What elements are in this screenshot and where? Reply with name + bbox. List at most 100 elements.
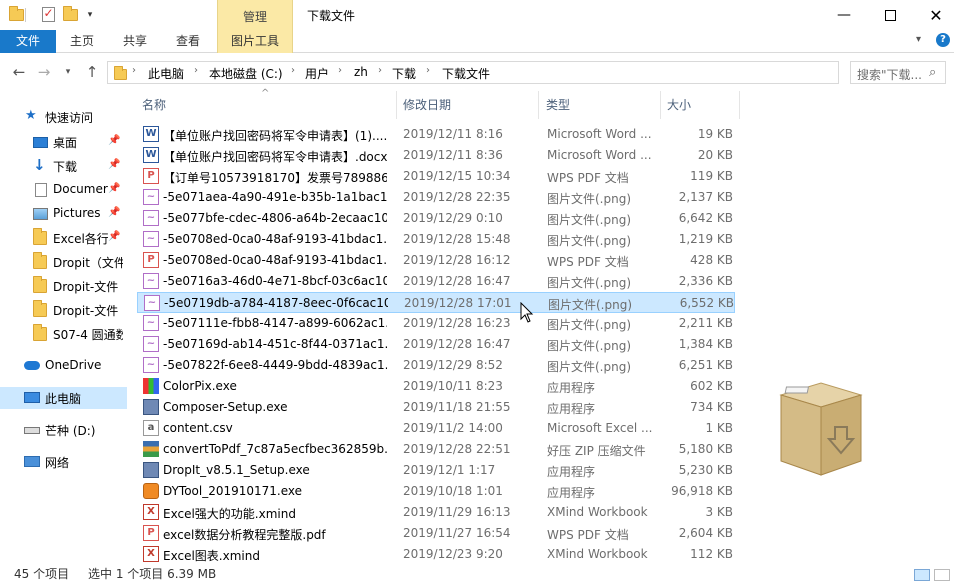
- breadcrumb-users[interactable]: 用户: [305, 65, 329, 82]
- chevron-down-icon[interactable]: ▾: [916, 34, 921, 45]
- breadcrumb-separator-icon[interactable]: ›: [194, 65, 198, 76]
- file-row[interactable]: ~ -5e07169d-ab14-451c-8f44-0371ac1... 2019…: [137, 334, 735, 355]
- file-row[interactable]: W 【单位账户找回密码将军令申请表】(1).... 2019/12/11 8:16 M…: [137, 124, 735, 145]
- breadcrumb-local-disk[interactable]: 本地磁盘 (C:): [209, 65, 283, 82]
- nav-label: 网络: [45, 456, 70, 470]
- up-arrow-icon[interactable]: ↑: [83, 63, 101, 81]
- file-row[interactable]: W 【单位账户找回密码将军令申请表】.docx 2019/12/11 8:36 Mic…: [137, 145, 735, 166]
- breadcrumb-separator-icon[interactable]: ›: [378, 65, 382, 76]
- tab-share[interactable]: 共享: [108, 30, 162, 53]
- search-icon[interactable]: ⌕: [929, 65, 936, 80]
- back-arrow-icon[interactable]: ←: [10, 63, 28, 81]
- installer-icon: [143, 462, 159, 478]
- breadcrumb-zh[interactable]: zh: [354, 65, 368, 79]
- column-header-type[interactable]: 类型: [546, 91, 570, 119]
- file-size: 96,918 KB: [671, 484, 733, 498]
- nav-drive-d[interactable]: 芒种 (D:): [0, 419, 127, 441]
- file-row[interactable]: P -5e0708ed-0ca0-48af-9193-41bdac1... 2019…: [137, 250, 735, 271]
- details-view-icon[interactable]: [914, 569, 930, 581]
- nav-folder-excel[interactable]: Excel各行 📌: [0, 227, 127, 249]
- customize-quick-access-icon[interactable]: ▾: [83, 6, 97, 23]
- column-divider[interactable]: [396, 91, 397, 119]
- pin-icon[interactable]: 📌: [108, 135, 120, 146]
- column-header-size[interactable]: 大小: [667, 91, 691, 119]
- file-row[interactable]: P 【订单号10573918170】发票号789886... 2019/12/15 …: [137, 166, 735, 187]
- nav-documents[interactable]: Documer 📌: [0, 179, 127, 201]
- breadcrumb-separator-icon[interactable]: ›: [426, 65, 430, 76]
- file-row[interactable]: a content.csv 2019/11/2 14:00 Microsoft Exc…: [137, 418, 735, 439]
- file-row[interactable]: ~ -5e07111e-fbb8-4147-a899-6062ac1... 2019…: [137, 313, 735, 334]
- address-bar[interactable]: › 此电脑 › 本地磁盘 (C:) › 用户 › zh › 下载 › 下载文件 …: [107, 61, 935, 84]
- file-row[interactable]: Pexcel数据分析教程完整版.pdf 2019/11/27 16:54 WPS P…: [137, 523, 735, 544]
- nav-downloads[interactable]: ↓ 下载 📌: [0, 155, 127, 177]
- search-input[interactable]: 搜索"下载... ⌕: [850, 61, 946, 84]
- pin-icon[interactable]: 📌: [108, 231, 120, 242]
- file-row[interactable]: ColorPix.exe 2019/10/11 8:23 应用程序 602 KB: [137, 376, 735, 397]
- context-tab-label: 管理: [242, 10, 267, 24]
- breadcrumb-separator-icon[interactable]: ›: [291, 65, 295, 76]
- nav-desktop[interactable]: 桌面 📌: [0, 131, 127, 153]
- file-date: 2019/12/15 10:34: [403, 169, 511, 183]
- breadcrumb-separator-icon[interactable]: ›: [338, 65, 342, 76]
- file-row[interactable]: ~ -5e07822f-6ee8-4449-9bdd-4839ac1... 2019…: [137, 355, 735, 376]
- nav-pictures[interactable]: Pictures 📌: [0, 203, 127, 225]
- nav-folder-dropit-1[interactable]: Dropit（文件: [0, 251, 127, 273]
- file-date: 2019/11/29 16:13: [403, 505, 511, 519]
- column-divider[interactable]: [538, 91, 539, 119]
- nav-folder-s07[interactable]: S07-4 圆通数: [0, 323, 127, 345]
- properties-icon[interactable]: [40, 6, 56, 23]
- file-explorer-window: ▾ 管理 下载文件 — ✕ 文件 主页 共享 查看 图片工具 ▾ ? ← → ▾…: [0, 0, 954, 581]
- file-row[interactable]: DYTool_201910171.exe 2019/10/18 1:01 应用程序 9…: [137, 481, 735, 502]
- recent-locations-icon[interactable]: ▾: [62, 63, 74, 81]
- nav-folder-dropit-2[interactable]: Dropit-文件: [0, 275, 127, 297]
- context-tab-manage[interactable]: 管理: [217, 0, 293, 30]
- nav-network[interactable]: 网络: [0, 451, 127, 473]
- breadcrumb-this-pc[interactable]: 此电脑: [148, 65, 184, 82]
- pin-icon[interactable]: 📌: [108, 159, 120, 170]
- folder-icon[interactable]: [8, 5, 24, 23]
- close-button[interactable]: ✕: [913, 0, 954, 30]
- nav-quick-access[interactable]: ★ 快速访问: [0, 106, 127, 128]
- file-row[interactable]: ~ -5e071aea-4a90-491e-b35b-1a1bac1... 2019…: [137, 187, 735, 208]
- breadcrumb-downloads[interactable]: 下载: [392, 65, 416, 82]
- minimize-button[interactable]: —: [821, 0, 867, 30]
- breadcrumb-download-files[interactable]: 下载文件: [442, 65, 490, 82]
- tab-view[interactable]: 查看: [162, 30, 214, 53]
- column-divider[interactable]: [660, 91, 661, 119]
- column-header-date[interactable]: 修改日期: [403, 91, 451, 119]
- file-row[interactable]: X Excel强大的功能.xmind 2019/11/29 16:13 XMind W…: [137, 502, 735, 523]
- nav-this-pc[interactable]: 此电脑: [0, 387, 127, 409]
- file-row[interactable]: DropIt_v8.5.1_Setup.exe 2019/12/1 1:17 应用程…: [137, 460, 735, 481]
- help-icon[interactable]: ?: [936, 33, 950, 47]
- breadcrumb-separator-icon[interactable]: ›: [132, 65, 136, 76]
- column-divider[interactable]: [739, 91, 740, 119]
- new-folder-icon[interactable]: [62, 5, 78, 23]
- pin-icon[interactable]: 📌: [108, 183, 120, 194]
- file-row[interactable]: ~ -5e0716a3-46d0-4e71-8bcf-03c6ac10... 201…: [137, 271, 735, 292]
- file-size: 2,137 KB: [678, 190, 733, 204]
- file-row[interactable]: ~ -5e0708ed-0ca0-48af-9193-41bdac1... 2019…: [137, 229, 735, 250]
- file-name: DropIt_v8.5.1_Setup.exe: [163, 463, 310, 477]
- file-row[interactable]: ~ -5e077bfe-cdec-4806-a64b-2ecaac10... 201…: [137, 208, 735, 229]
- tab-file[interactable]: 文件: [0, 30, 56, 53]
- file-row[interactable]: ~ -5e0719db-a784-4187-8eec-0f6cac10... 201…: [137, 292, 735, 313]
- column-header-name[interactable]: 名称: [142, 91, 166, 119]
- tab-picture-tools[interactable]: 图片工具: [217, 30, 293, 53]
- file-size: 19 KB: [697, 127, 733, 141]
- file-row[interactable]: Composer-Setup.exe 2019/11/18 21:55 应用程序 73…: [137, 397, 735, 418]
- file-row[interactable]: convertToPdf_7c87a5ecfbec362859b... 2019/…: [137, 439, 735, 460]
- nav-onedrive[interactable]: OneDrive: [0, 355, 127, 377]
- pin-icon[interactable]: 📌: [108, 207, 120, 218]
- file-type: 图片文件(.png): [547, 192, 632, 206]
- large-icons-view-icon[interactable]: [934, 569, 950, 581]
- tab-home[interactable]: 主页: [56, 30, 108, 53]
- file-type: WPS PDF 文档: [547, 171, 629, 185]
- maximize-button[interactable]: [867, 0, 913, 30]
- file-row[interactable]: X Excel图表.xmind 2019/12/23 9:20 XMind Workb…: [137, 544, 735, 565]
- file-date: 2019/12/28 22:51: [403, 442, 511, 456]
- nav-folder-dropit-3[interactable]: Dropit-文件: [0, 299, 127, 321]
- file-type: Microsoft Word ...: [547, 127, 652, 141]
- file-size: 1 KB: [705, 421, 733, 435]
- forward-arrow-icon[interactable]: →: [35, 63, 53, 81]
- nav-label: 芒种 (D:): [45, 424, 96, 438]
